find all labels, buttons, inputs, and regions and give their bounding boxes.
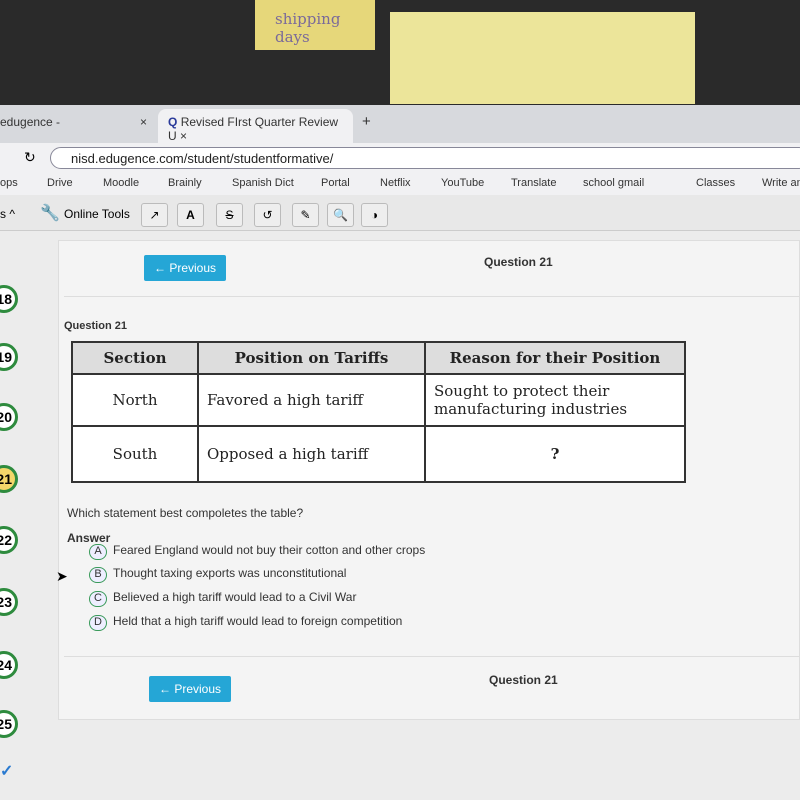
wrench-icon: 🔧 [40, 205, 60, 222]
mouse-cursor-icon: ➤ [56, 568, 68, 584]
bookmark[interactable]: Drive [47, 177, 73, 189]
question-card: ← Previous Question 21 Question 21 Secti… [58, 240, 800, 720]
online-tools-label: Online Tools [64, 207, 130, 221]
reload-icon[interactable]: ↻ [24, 149, 36, 166]
tab-active[interactable]: Q Revised FIrst Quarter Review U × [158, 109, 353, 143]
table-cell: North [71, 373, 199, 427]
tariff-table: Section Position on Tariffs Reason for the… [71, 341, 686, 483]
bookmark[interactable]: Brainly [168, 177, 202, 189]
bookmark[interactable]: school gmail [583, 177, 644, 189]
tab-close[interactable]: × [180, 129, 187, 143]
bookmark[interactable]: Netflix [380, 177, 411, 189]
question-header: Question 21 [484, 255, 553, 269]
question-nav-item[interactable]: 24 [0, 651, 18, 679]
bookmark[interactable]: Spanish Dict [232, 177, 294, 189]
table-cell: Sought to protect their manufacturing in… [424, 373, 686, 427]
bookmark[interactable]: Write an [762, 177, 800, 189]
table-header: Position on Tariffs [197, 341, 426, 375]
tab-edugence[interactable]: edugence - [0, 115, 60, 129]
question-nav-item[interactable]: 22 [0, 526, 18, 554]
table-cell: ? [424, 425, 686, 483]
bookmark[interactable]: Moodle [103, 177, 139, 189]
option-a[interactable]: A Feared England would not buy their cott… [89, 543, 425, 560]
option-c[interactable]: C Believed a high tariff would lead to a … [89, 590, 356, 607]
question-title: Question 21 [64, 320, 127, 332]
tab-title: Revised FIrst Quarter Review U [168, 115, 339, 143]
tab-bar: edugence - × Q Revised FIrst Quarter Rev… [0, 105, 800, 143]
question-nav: 18 19 20 21 22 23 24 25 ✓ [0, 233, 30, 800]
option-letter: B [89, 567, 107, 583]
option-text: Thought taxing exports was unconstitutio… [113, 566, 347, 580]
previous-button-bottom[interactable]: ← Previous [149, 676, 232, 702]
bookmark[interactable]: ops [0, 177, 18, 189]
bookmark[interactable]: Translate [511, 177, 556, 189]
table-cell: South [71, 425, 199, 483]
previous-button[interactable]: ← Previous [144, 255, 227, 281]
option-d[interactable]: D Held that a high tariff would lead to f… [89, 614, 402, 631]
browser-window: edugence - × Q Revised FIrst Quarter Rev… [0, 105, 800, 800]
online-tools-bar: s ^ 🔧 Online Tools ↗ A S ↺ ✎ 🔍 ◑ [0, 195, 800, 231]
option-text: Feared England would not buy their cotto… [113, 543, 426, 557]
question-nav-item[interactable]: 23 [0, 588, 18, 616]
new-tab-button[interactable]: + [362, 113, 371, 130]
expand-tool-button[interactable]: ↗ [141, 203, 168, 227]
option-letter: D [89, 615, 107, 631]
question-nav-item[interactable]: 19 [0, 343, 18, 371]
question-stem: Which statement best compoletes the tabl… [67, 506, 304, 520]
sticky-note-text: shipping days [275, 10, 341, 46]
bookmarks-bar: ops Drive Moodle Brainly Spanish Dict Po… [0, 171, 800, 195]
contrast-tool-button[interactable]: ◑ [361, 203, 388, 227]
bookmark[interactable]: Portal [321, 177, 350, 189]
paper-tape [390, 12, 695, 104]
question-footer: Question 21 [489, 673, 558, 687]
undo-tool-button[interactable]: ↺ [254, 203, 281, 227]
url-field[interactable]: nisd.edugence.com/student/studentformati… [50, 147, 800, 169]
quiz-icon: Q [168, 115, 178, 129]
strikethrough-tool-button[interactable]: S [216, 203, 243, 227]
question-nav-item[interactable]: 25 [0, 710, 18, 738]
highlighter-tool-button[interactable]: A [177, 203, 204, 227]
option-text: Held that a high tariff would lead to fo… [113, 614, 403, 628]
pencil-tool-button[interactable]: ✎ [292, 203, 319, 227]
option-letter: A [89, 544, 107, 560]
bookmark[interactable]: Classes [696, 177, 735, 189]
question-nav-item[interactable]: 18 [0, 285, 18, 313]
background-desk: shipping days [0, 0, 800, 105]
table-header: Reason for their Position [424, 341, 686, 375]
table-cell: Favored a high tariff [197, 373, 426, 427]
question-nav-item[interactable]: 20 [0, 403, 18, 431]
option-text: Believed a high tariff would lead to a C… [113, 590, 357, 604]
option-b[interactable]: B Thought taxing exports was unconstituti… [89, 566, 346, 583]
table-cell: Opposed a high tariff [197, 425, 426, 483]
tab-close[interactable]: × [140, 115, 147, 129]
collapse-toggle[interactable]: s ^ [0, 207, 15, 221]
option-letter: C [89, 591, 107, 607]
question-nav-item-current[interactable]: 21 [0, 465, 18, 493]
table-header: Section [71, 341, 199, 375]
bookmark[interactable]: YouTube [441, 177, 484, 189]
checkmark-icon[interactable]: ✓ [0, 761, 13, 781]
sticky-note: shipping days [255, 0, 375, 50]
address-bar-row: ↻ nisd.edugence.com/student/studentforma… [0, 143, 800, 171]
magnifier-tool-button[interactable]: 🔍 [327, 203, 354, 227]
